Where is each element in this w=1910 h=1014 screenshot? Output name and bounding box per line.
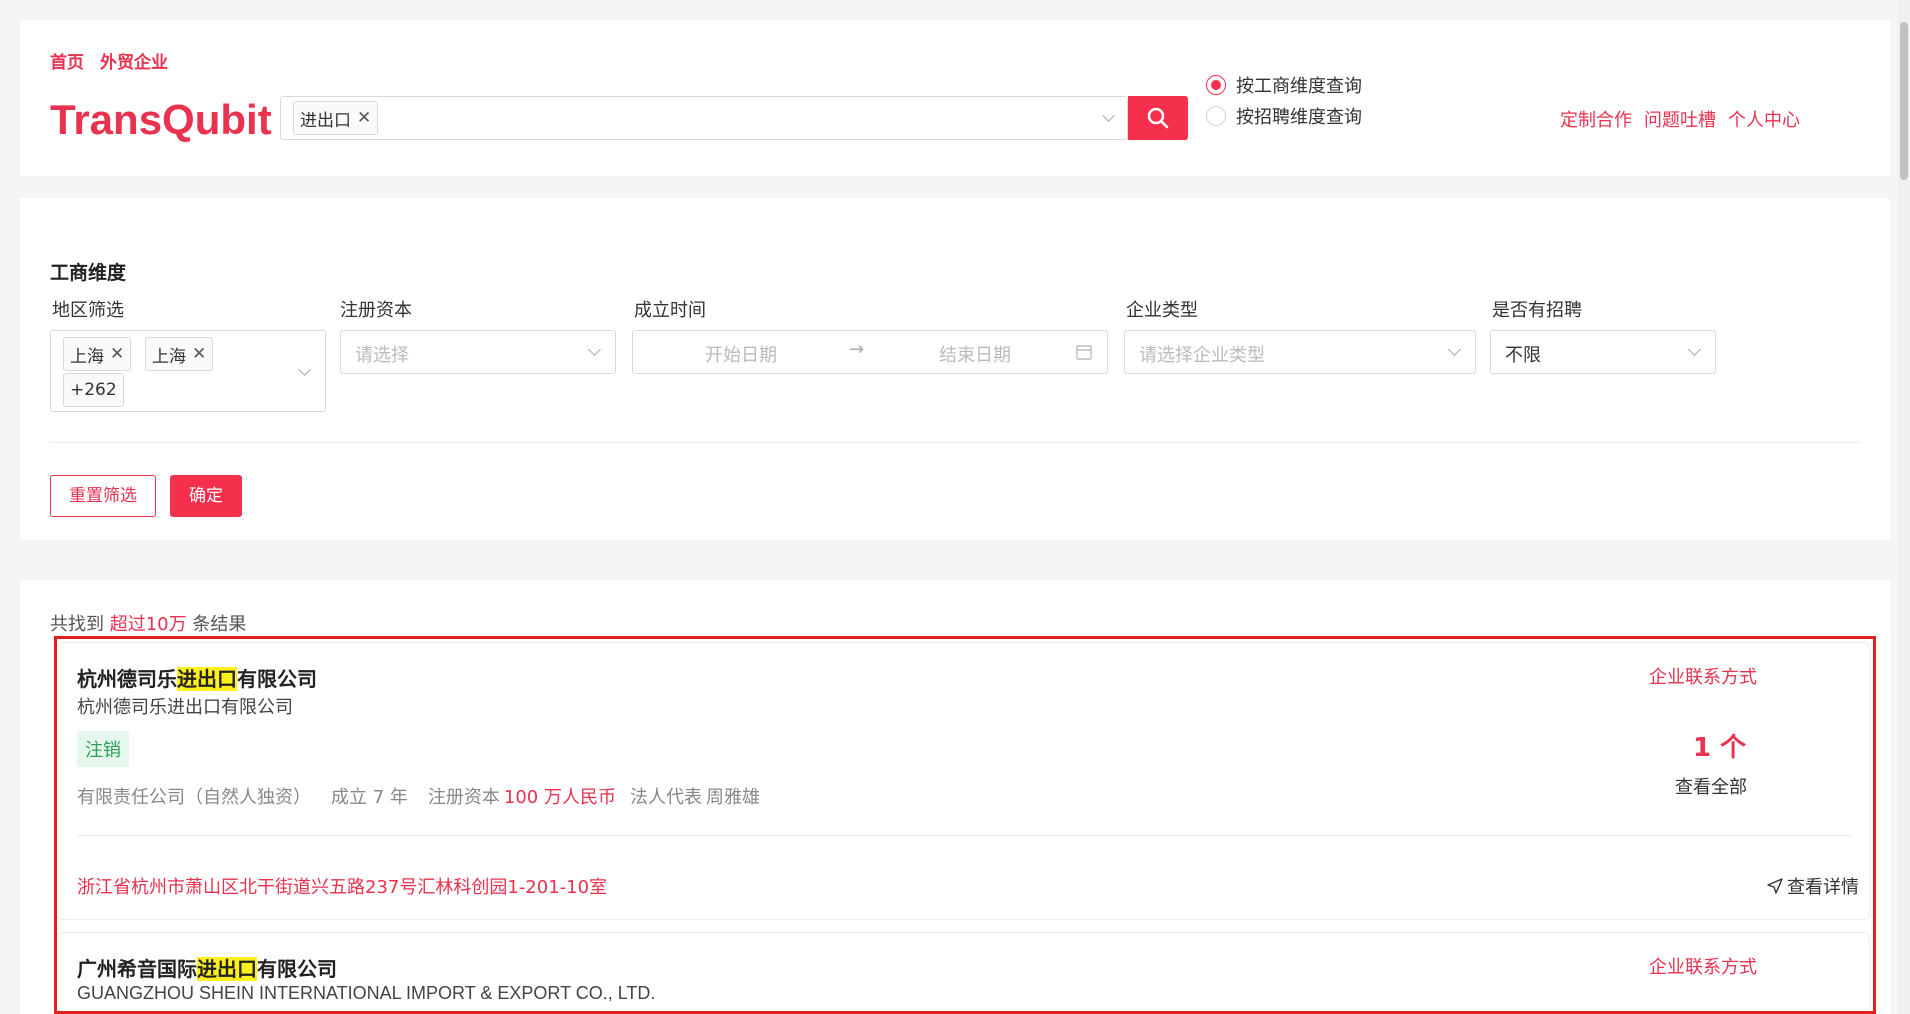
reset-button[interactable]: 重置筛选 xyxy=(50,475,156,517)
scrollbar-thumb[interactable] xyxy=(1900,22,1908,180)
highlight-frame xyxy=(54,636,1876,1014)
region-more-tag: +262 xyxy=(63,373,124,407)
search-tag: 进出口 ✕ xyxy=(293,101,379,135)
results-panel: 共找到 超过10万 条结果 杭州德司乐进出口有限公司 杭州德司乐进出口有限公司 … xyxy=(20,580,1890,1014)
close-icon[interactable]: ✕ xyxy=(357,108,371,128)
calendar-icon xyxy=(1076,345,1092,360)
radio-recruit-dimension[interactable]: 按招聘维度查询 xyxy=(1206,103,1362,129)
region-tag-label: 上海 xyxy=(152,346,186,367)
scrollbar[interactable] xyxy=(1898,0,1910,1014)
capital-select[interactable]: 请选择 xyxy=(340,330,616,374)
hiring-value: 不限 xyxy=(1505,345,1541,366)
date-range-picker[interactable]: 开始日期 → 结束日期 xyxy=(632,330,1108,374)
search-button[interactable] xyxy=(1128,96,1188,140)
result-count: 共找到 超过10万 条结果 xyxy=(50,610,246,636)
chevron-down-icon[interactable] xyxy=(1448,343,1461,356)
breadcrumb-foreign-trade[interactable]: 外贸企业 xyxy=(100,53,168,73)
chevron-down-icon[interactable] xyxy=(1688,343,1701,356)
start-date-input[interactable]: 开始日期 xyxy=(705,341,777,367)
capital-placeholder: 请选择 xyxy=(355,345,409,366)
capital-label: 注册资本 xyxy=(340,300,412,321)
filter-panel: 工商维度 地区筛选 上海 ✕ 上海 ✕ +262 注册资本 请选择 成立时间 开始日… xyxy=(20,198,1890,540)
logo[interactable]: TransQubit xyxy=(50,96,272,144)
search-icon xyxy=(1147,107,1169,129)
region-tag: 上海 ✕ xyxy=(145,337,214,371)
radio-label: 按招聘维度查询 xyxy=(1236,107,1362,128)
radio-button[interactable] xyxy=(1206,75,1226,95)
type-select[interactable]: 请选择企业类型 xyxy=(1124,330,1476,374)
link-feedback[interactable]: 问题吐槽 xyxy=(1644,110,1716,131)
chevron-down-icon[interactable] xyxy=(588,343,601,356)
result-count-value: 超过10万 xyxy=(109,614,187,635)
hiring-select[interactable]: 不限 xyxy=(1490,330,1716,374)
radio-business-dimension[interactable]: 按工商维度查询 xyxy=(1206,72,1362,98)
arrow-right-icon: → xyxy=(849,339,865,360)
result-count-suffix: 条结果 xyxy=(192,614,247,635)
breadcrumb-home[interactable]: 首页 xyxy=(50,53,84,73)
type-placeholder: 请选择企业类型 xyxy=(1139,345,1265,366)
header: 首页 外贸企业 TransQubit 进出口 ✕ 按工商维度查询 按招聘维度查询 … xyxy=(20,20,1890,176)
radio-label: 按工商维度查询 xyxy=(1236,76,1362,97)
link-custom-cooperation[interactable]: 定制合作 xyxy=(1560,110,1632,131)
result-count-prefix: 共找到 xyxy=(50,614,104,635)
region-select[interactable]: 上海 ✕ 上海 ✕ +262 xyxy=(50,330,326,412)
chevron-down-icon[interactable] xyxy=(1102,109,1115,122)
search-input[interactable]: 进出口 ✕ xyxy=(280,96,1128,140)
end-date-input[interactable]: 结束日期 xyxy=(939,341,1011,367)
top-links: 定制合作 问题吐槽 个人中心 xyxy=(1560,106,1812,132)
filter-title: 工商维度 xyxy=(50,262,127,284)
divider xyxy=(50,442,1860,443)
type-label: 企业类型 xyxy=(1126,300,1198,321)
search-tag-label: 进出口 xyxy=(300,110,351,131)
link-profile[interactable]: 个人中心 xyxy=(1728,110,1800,131)
region-tag-label: 上海 xyxy=(70,346,104,367)
hiring-label: 是否有招聘 xyxy=(1492,300,1582,321)
breadcrumb: 首页 外贸企业 xyxy=(50,48,184,73)
close-icon[interactable]: ✕ xyxy=(192,344,206,364)
confirm-button[interactable]: 确定 xyxy=(170,475,242,517)
close-icon[interactable]: ✕ xyxy=(110,344,124,364)
chevron-down-icon[interactable] xyxy=(298,363,311,376)
region-tag: 上海 ✕ xyxy=(63,337,132,371)
region-label: 地区筛选 xyxy=(52,300,124,321)
founded-label: 成立时间 xyxy=(634,300,706,321)
radio-button[interactable] xyxy=(1206,106,1226,126)
